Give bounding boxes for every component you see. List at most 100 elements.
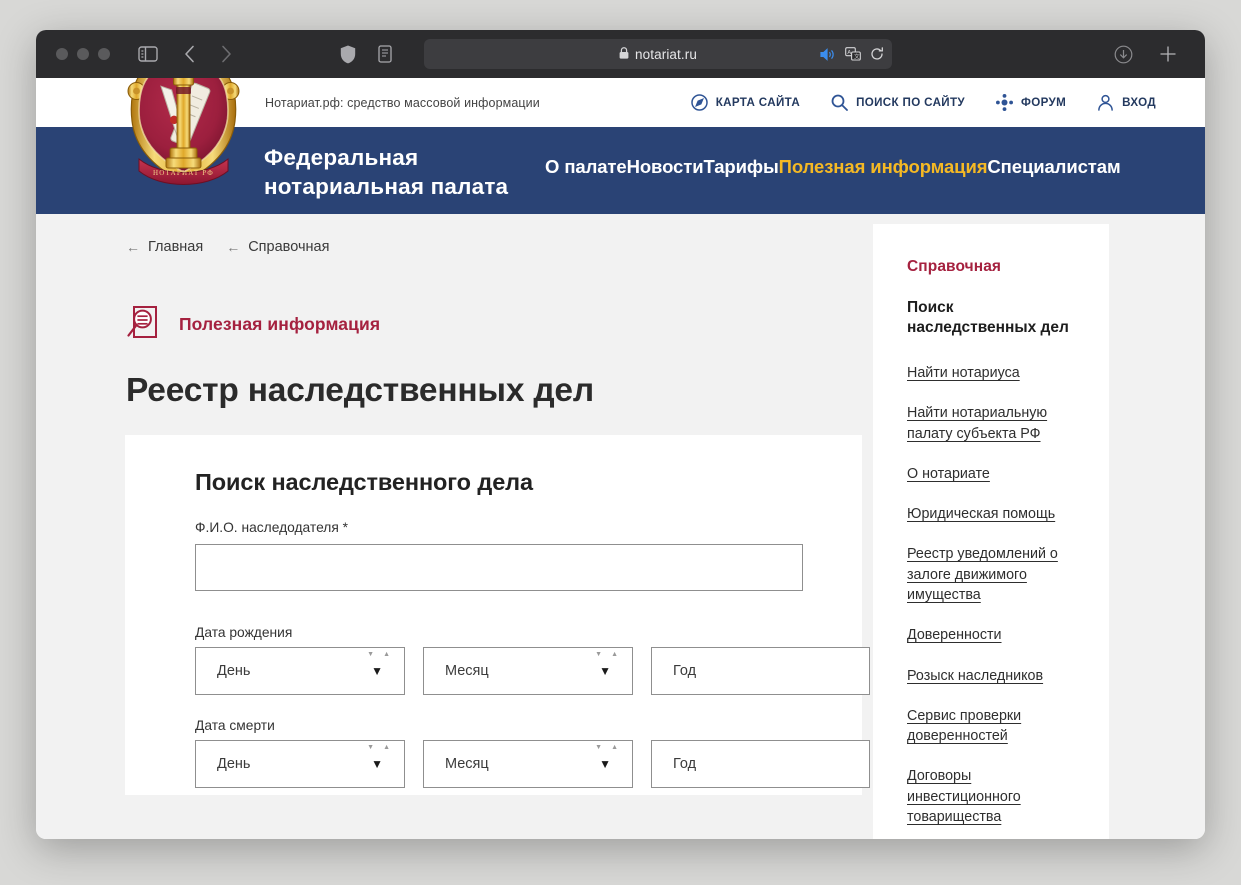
brand-line-2: нотариальная палата <box>264 173 509 199</box>
menu-item-o-palate[interactable]: О палате <box>545 156 627 178</box>
utility-link-label: ПОИСК ПО САЙТУ <box>856 96 965 109</box>
utility-link-forum[interactable]: ФОРУМ <box>995 94 1067 111</box>
translate-icon[interactable]: A 文 <box>845 47 861 61</box>
fio-input[interactable] <box>195 544 803 591</box>
spinner-down-icon: ▼ <box>595 651 603 658</box>
birth-year-input[interactable] <box>651 647 870 695</box>
breadcrumb: ← Главная ← Справочная <box>126 239 329 255</box>
browser-back-button[interactable] <box>184 45 195 63</box>
forum-nodes-icon <box>995 94 1013 111</box>
lock-icon <box>619 46 629 62</box>
menu-item-poleznaya-informaciya[interactable]: Полезная информация <box>779 156 988 178</box>
form-title: Поиск наследственного дела <box>195 469 533 495</box>
utility-link-sitemap[interactable]: КАРТА САЙТА <box>690 94 801 111</box>
spinner-up-icon: ▲ <box>383 744 390 751</box>
maximize-window-button[interactable] <box>98 48 110 60</box>
svg-text:НОТАРИАТ РФ: НОТАРИАТ РФ <box>153 169 214 177</box>
sidebar-item-find-notary[interactable]: Найти нотариуса <box>907 363 1075 383</box>
death-date-group: Дата смерти День ▼ ▲ ▼ Месяц ▼ ▲ ▼ Год <box>195 718 870 788</box>
spinner-up-icon: ▲ <box>611 651 618 658</box>
spinner-down-icon: ▼ <box>367 744 375 751</box>
federal-notary-chamber-crest-logo[interactable]: НОТАРИАТ РФ <box>123 78 244 191</box>
sidebar-toggle-icon[interactable] <box>138 46 158 62</box>
birth-month-select[interactable]: Месяц ▼ ▲ ▼ <box>423 647 633 695</box>
birth-date-row: День ▼ ▲ ▼ Месяц ▼ ▲ ▼ Год <box>195 647 870 695</box>
browser-title-bar: notariat.ru A 文 <box>36 30 1205 78</box>
svg-text:A: A <box>847 50 851 56</box>
sidebar-item-legal-help[interactable]: Юридическая помощь <box>907 504 1075 524</box>
chevron-down-icon: ▼ <box>371 664 383 678</box>
right-sidebar: Справочная Поиск наследственных дел Найт… <box>873 224 1109 839</box>
birth-day-select[interactable]: День ▼ ▲ ▼ <box>195 647 405 695</box>
download-icon[interactable] <box>1114 45 1133 64</box>
birth-date-label: Дата рождения <box>195 625 293 640</box>
chevron-down-icon: ▼ <box>599 664 611 678</box>
brand-line-1: Федеральная <box>264 145 419 170</box>
menu-item-novosti[interactable]: Новости <box>627 156 704 178</box>
page-viewport: Нотариат.рф: средство массовой информаци… <box>36 78 1205 839</box>
close-window-button[interactable] <box>56 48 68 60</box>
window-traffic-lights <box>56 48 110 60</box>
document-search-icon <box>126 304 160 345</box>
fio-field-group: Ф.И.О. наследодателя * <box>195 520 803 591</box>
search-form-card: Поиск наследственного дела Ф.И.О. наслед… <box>125 435 870 795</box>
url-bar-actions: A 文 <box>820 39 884 69</box>
compass-icon <box>690 94 708 111</box>
section-header: Полезная информация <box>126 304 380 345</box>
sidebar-item-find-chamber[interactable]: Найти нотариальную палату субъекта РФ <box>907 403 1075 444</box>
svg-text:文: 文 <box>854 52 860 60</box>
spinner-up-icon: ▲ <box>383 651 390 658</box>
birth-day-value: День <box>217 663 251 679</box>
reload-icon[interactable] <box>870 47 884 61</box>
main-menu: О палате Новости Тарифы Полезная информа… <box>545 156 1121 178</box>
new-tab-button[interactable] <box>1159 45 1177 63</box>
utility-links: КАРТА САЙТА ПОИСК ПО САЙТУ ФОРУМ ВХОД <box>690 78 1156 127</box>
menu-item-specialistam[interactable]: Специалистам <box>987 156 1120 178</box>
reader-view-icon[interactable] <box>378 45 392 63</box>
birth-month-value: Месяц <box>445 663 489 679</box>
spinner-arrows-icon: ▼ ▲ <box>367 651 390 658</box>
sidebar-item-poa-verification[interactable]: Сервис проверки доверенностей <box>907 706 1075 747</box>
spinner-arrows-icon: ▼ ▲ <box>367 744 390 751</box>
death-month-select[interactable]: Месяц ▼ ▲ ▼ <box>423 740 633 788</box>
minimize-window-button[interactable] <box>77 48 89 60</box>
birth-date-group: Дата рождения День ▼ ▲ ▼ Месяц ▼ ▲ ▼ Год <box>195 625 870 695</box>
shield-icon[interactable] <box>340 45 356 64</box>
breadcrumb-arrow-icon: ← <box>226 239 241 255</box>
sidebar-item-active[interactable]: Поиск наследственных дел <box>907 298 1075 339</box>
section-title: Полезная информация <box>179 314 381 334</box>
utility-link-label: ФОРУМ <box>1020 96 1067 109</box>
death-date-label: Дата смерти <box>195 718 275 733</box>
sidebar-heading: Справочная <box>907 258 1002 275</box>
spinner-arrows-icon: ▼ ▲ <box>595 744 618 751</box>
speaker-playing-icon[interactable] <box>820 47 836 61</box>
chevron-down-icon: ▼ <box>599 757 611 771</box>
browser-forward-button[interactable] <box>221 45 232 63</box>
breadcrumb-item-spravochnaya[interactable]: Справочная <box>248 239 329 255</box>
person-icon <box>1097 94 1114 111</box>
spinner-down-icon: ▼ <box>595 744 603 751</box>
sidebar-item-pledge-registry[interactable]: Реестр уведомлений о залоге движимого им… <box>907 544 1075 605</box>
sidebar-item-heir-search[interactable]: Розыск наследников <box>907 666 1075 686</box>
url-address-bar[interactable]: notariat.ru A 文 <box>424 39 892 69</box>
sidebar-item-powers-of-attorney[interactable]: Доверенности <box>907 625 1075 645</box>
breadcrumb-arrow-icon: ← <box>126 239 140 255</box>
utility-link-label: КАРТА САЙТА <box>715 96 801 109</box>
url-text: notariat.ru <box>635 46 697 62</box>
death-month-value: Месяц <box>445 756 489 772</box>
utility-link-search[interactable]: ПОИСК ПО САЙТУ <box>831 94 965 111</box>
death-year-input[interactable] <box>651 740 870 788</box>
browser-window: notariat.ru A 文 Нотариат.рф: средство ма… <box>36 30 1205 839</box>
spinner-up-icon: ▲ <box>611 744 618 751</box>
death-date-row: День ▼ ▲ ▼ Месяц ▼ ▲ ▼ Год <box>195 740 870 788</box>
fio-label: Ф.И.О. наследодателя * <box>195 520 349 535</box>
sidebar-item-investment-partnership[interactable]: Договоры инвестиционного товарищества <box>907 766 1075 827</box>
chevron-down-icon: ▼ <box>371 757 383 771</box>
breadcrumb-item-home[interactable]: Главная <box>148 239 203 255</box>
search-icon <box>831 94 848 111</box>
spinner-down-icon: ▼ <box>367 651 375 658</box>
menu-item-tarify[interactable]: Тарифы <box>703 156 778 178</box>
utility-link-login[interactable]: ВХОД <box>1097 94 1156 111</box>
death-day-select[interactable]: День ▼ ▲ ▼ <box>195 740 405 788</box>
sidebar-item-about-notariat[interactable]: О нотариате <box>907 464 1075 484</box>
